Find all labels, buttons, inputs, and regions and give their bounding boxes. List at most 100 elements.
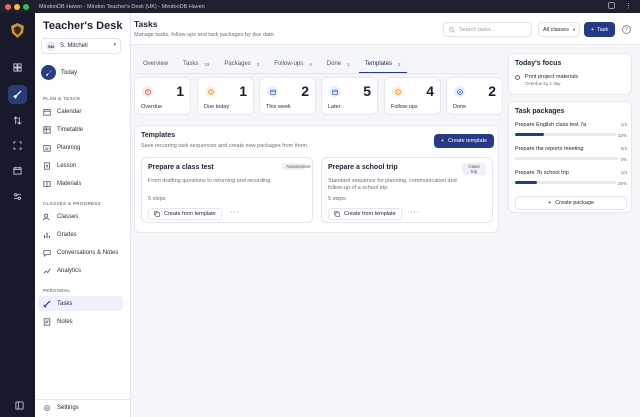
chevron-down-icon: ▾ [113,42,116,48]
user-name: S. Mitchell [60,43,88,49]
rail-dashboard-icon[interactable] [8,58,27,77]
stat-label: Follow-ups [391,104,418,110]
sidebar-item-tasks[interactable]: Tasks [38,296,123,311]
sidebar-item-classes[interactable]: Classes [38,209,123,224]
stat-value: 1 [176,83,184,99]
package-count: 1/3 [620,122,627,127]
menu-icon[interactable]: ⋮ [625,2,632,11]
sidebar-item-notes[interactable]: Notes [38,314,123,329]
rail-sort-icon[interactable] [8,111,27,130]
package-progress-fill [515,181,537,184]
users-icon [43,213,51,221]
package-percent: 33% [615,133,627,138]
plus-icon: + [440,138,445,144]
stat-card-this-week[interactable]: 2 This week [259,77,316,115]
rocket-icon [41,65,56,80]
create-package-label: Create package [555,200,595,206]
rail-calendar-icon[interactable] [8,161,27,180]
section-plan-teach: PLAN & TEACH [43,96,81,101]
close-window-button[interactable] [5,3,11,10]
template-description: From drafting questions to returning and… [148,178,272,184]
book-icon [43,180,51,188]
sidebar-item-planning[interactable]: Planning [38,140,123,155]
sidebar-item-analytics[interactable]: Analytics [38,263,123,278]
plus-icon: + [547,200,552,206]
window-controls[interactable] [5,3,29,10]
sidebar-toggle-icon[interactable] [15,401,24,410]
search-placeholder: Search tasks... [459,26,496,33]
today-button[interactable]: Today [41,65,77,80]
focus-item[interactable]: Print project materials Overdue by 1 day [515,74,578,86]
help-icon[interactable]: ? [622,25,631,34]
section-personal: PERSONAL [43,288,71,293]
stat-card-later[interactable]: 5 Later [321,77,378,115]
create-package-button[interactable]: + Create package [515,196,627,210]
sidebar-item-settings[interactable]: Settings [43,404,79,412]
stat-card-due-today[interactable]: 1 Due today [197,77,254,115]
rail-sliders-icon[interactable] [8,187,27,206]
tab-label: Packages [224,61,251,67]
sidebar-item-materials[interactable]: Materials [38,176,123,191]
page-subtitle: Manage tasks, follow-ups and task packag… [134,32,276,38]
tab-follow-ups[interactable]: Follow-ups 4 [268,57,318,71]
stat-label: Later [328,104,341,110]
packages-title: Task packages [515,108,565,115]
tab-tasks[interactable]: Tasks 19 [177,57,215,71]
tab-count-badge: 2 [347,61,350,67]
create-template-label: Create template [448,138,488,144]
create-from-template-label: Create from template [164,211,216,217]
templates-description: Save recurring task sequences and create… [141,143,309,149]
maximize-window-button[interactable] [23,3,29,10]
more-options-button[interactable]: ··· [230,209,240,216]
tab-bar: Overview Tasks 19 Packages 3 Follow-ups 4 Done 2… [137,57,410,73]
sidebar-item-label: Materials [57,180,82,187]
sidebar-item-label: Analytics [57,267,82,274]
clock-icon [205,86,216,97]
sidebar-item-calendar[interactable]: Calendar [38,104,123,119]
sidebar-item-lesson[interactable]: Lesson [38,158,123,173]
stat-value: 1 [239,83,247,99]
create-template-button[interactable]: + Create template [434,134,494,148]
extension-icon[interactable] [608,2,615,11]
template-tag: Assessment [282,163,311,170]
tab-templates[interactable]: Templates 2 [358,57,407,73]
stat-card-done[interactable]: 2 Done [446,77,503,115]
rail-expand-icon[interactable] [8,136,27,155]
tab-packages[interactable]: Packages 3 [218,57,265,71]
sidebar-item-label: Tasks [57,300,73,307]
more-options-button[interactable]: ··· [410,209,420,216]
stat-card-overdue[interactable]: 1 Overdue [134,77,191,115]
minimize-window-button[interactable] [14,3,20,10]
divider [134,73,499,74]
template-steps: 5 steps [328,196,346,202]
class-filter-select[interactable]: All classes ▾ [538,22,580,37]
package-progress-bar [515,157,627,160]
package-item[interactable]: Prepare 7b school trip 1/4 25% [515,170,627,190]
create-from-template-button[interactable]: Create from template [328,208,402,220]
copy-icon [154,211,160,217]
create-from-template-button[interactable]: Create from template [148,208,222,220]
add-task-label: Task [596,26,609,33]
sidebar-item-timetable[interactable]: Timetable [38,122,123,137]
add-task-button[interactable]: + Task [584,22,615,37]
sidebar-item-grades[interactable]: Grades [38,227,123,242]
sidebar-item-conversations[interactable]: Conversations & Notes [38,245,123,260]
page-header: Tasks Manage tasks, follow-ups and task … [131,13,640,45]
templates-panel: Templates Save recurring task sequences … [134,125,499,233]
template-card[interactable]: Prepare a school trip Class trip Standard … [321,157,493,223]
rail-rocket-icon[interactable] [8,85,27,104]
user-selector[interactable]: SM S. Mitchell ▾ [41,38,121,54]
focus-item-title: Print project materials [525,74,579,80]
template-card[interactable]: Prepare a class test Assessment From draft… [141,157,313,223]
sidebar-item-label: Notes [57,318,73,325]
stat-card-follow-ups[interactable]: 4 Follow-ups [384,77,441,115]
package-percent: 0% [618,157,627,162]
tab-overview[interactable]: Overview [137,57,174,71]
package-item[interactable]: Prepare the reports meeting 0/3 0% [515,146,627,166]
package-item[interactable]: Prepare English class test 7a 1/3 33% [515,122,627,142]
search-icon [449,26,455,33]
package-count: 1/4 [620,170,627,175]
tab-done[interactable]: Done 2 [321,57,356,71]
search-input[interactable]: Search tasks... [443,22,532,37]
create-from-template-label: Create from template [344,211,396,217]
